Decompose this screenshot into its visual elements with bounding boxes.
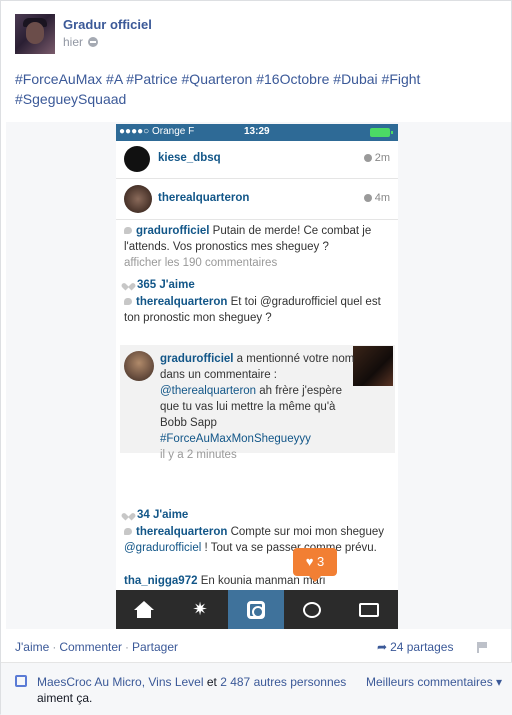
camera-icon	[247, 601, 265, 620]
ios-status-bar: ●●●●○ Orange F 13:29	[116, 124, 398, 141]
separator: ·	[125, 640, 129, 654]
likes-count: 365 J'aime	[124, 277, 390, 293]
home-icon	[134, 600, 154, 618]
age-value: 4m	[374, 192, 390, 204]
like-link[interactable]: J'aime	[15, 640, 49, 654]
notification-text: gradurofficiel a mentionné votre nom dan…	[160, 351, 356, 463]
post-timestamp[interactable]: hier	[63, 35, 99, 49]
comment-mention: Et toi @gradurofficiel	[227, 296, 338, 308]
camera-tab	[228, 590, 284, 629]
username: kiese_dbsq	[158, 152, 221, 164]
divider	[116, 219, 398, 220]
flag-icon[interactable]	[477, 642, 487, 653]
post-time[interactable]: hier	[63, 35, 83, 49]
see-all-comments: afficher les 190 commentaires	[124, 257, 278, 269]
share-arrow-icon: ➦	[377, 640, 388, 654]
likes-summary: MaesCroc Au Micro, Vins Level et 2 487 a…	[1, 663, 512, 715]
notification-row: kiese_dbsq 2m	[116, 144, 398, 174]
facebook-post: Gradur officiel hier #ForceAuMax #A #Pat…	[0, 0, 512, 715]
username: therealquarteron	[158, 192, 250, 204]
comment: tha_nigga972 En kounia manman mari	[124, 573, 390, 589]
author-avatar[interactable]	[15, 14, 55, 54]
photo-thumbnail	[353, 346, 393, 386]
comment: therealquarteron Compte sur moi mon sheg…	[124, 524, 390, 556]
clock-icon	[363, 194, 372, 202]
notifier-avatar	[124, 351, 154, 381]
likers-text: MaesCroc Au Micro, Vins Level et 2 487 a…	[37, 674, 357, 706]
best-comments-dropdown[interactable]: Meilleurs commentaires ▾	[366, 675, 502, 689]
shares-label[interactable]: 24 partages	[390, 640, 453, 654]
comment-mention: @gradurofficiel	[124, 542, 202, 554]
likers-others[interactable]: 2 487 autres personnes	[220, 675, 346, 689]
profile-tab	[340, 590, 398, 629]
status-time: 13:29	[244, 126, 270, 137]
likers-and: et	[203, 675, 221, 689]
comment-user: therealquarteron	[136, 526, 228, 538]
explore-tab: ✷	[172, 590, 228, 629]
comment-user: therealquarteron	[136, 296, 228, 308]
comment-text: Compte sur moi mon sheguey	[227, 526, 384, 538]
likes-count: 34 J'aime	[124, 507, 390, 523]
heart-icon	[124, 510, 133, 518]
activity-tab	[284, 590, 340, 629]
comment-text: En kounia manman mari	[197, 575, 326, 587]
clock-icon	[363, 154, 372, 162]
carrier: ●●●●○ Orange F	[119, 126, 195, 137]
heart-icon	[124, 280, 133, 288]
share-link[interactable]: Partager	[132, 640, 178, 654]
comment-link[interactable]: Commenter	[59, 640, 122, 654]
separator: ·	[52, 640, 57, 654]
globe-icon	[88, 37, 99, 47]
avatar	[124, 185, 152, 213]
likes-label: 34 J'aime	[137, 509, 189, 521]
battery-icon	[370, 128, 393, 137]
avatar	[124, 146, 150, 172]
notification-time: il y a 2 minutes	[160, 449, 237, 461]
shares-count[interactable]: ➦ 24 partages	[377, 640, 453, 654]
comment-icon	[124, 528, 132, 535]
home-tab	[116, 590, 172, 629]
post-actions: J'aime · Commenter · Partager	[15, 640, 178, 654]
activity-icon	[303, 602, 321, 619]
phone-screenshot: ●●●●○ Orange F 13:29 kiese_dbsq 2m there…	[116, 124, 398, 629]
mention-notification: gradurofficiel a mentionné votre nom dan…	[120, 345, 395, 461]
comment-user: gradurofficiel	[136, 225, 210, 237]
likes-label: 365 J'aime	[137, 279, 195, 291]
likers-names[interactable]: MaesCroc Au Micro, Vins Level	[37, 675, 204, 689]
age-value: 2m	[374, 152, 390, 164]
activity-badge: ♥ 3	[293, 548, 337, 582]
comment-user: tha_nigga972	[124, 575, 198, 587]
divider	[116, 178, 398, 179]
comment: therealquarteron Et toi @gradurofficiel …	[124, 294, 390, 326]
comment-icon	[124, 227, 132, 234]
instagram-tab-bar: ✷	[116, 590, 398, 629]
post-image[interactable]: ●●●●○ Orange F 13:29 kiese_dbsq 2m there…	[6, 122, 511, 629]
notifier-user: gradurofficiel	[160, 353, 234, 365]
age: 2m	[363, 152, 390, 164]
post-row: therealquarteron 4m	[116, 184, 398, 214]
notification-mention: @therealquarteron	[160, 385, 257, 397]
badge-count: 3	[317, 554, 325, 569]
post-text: #ForceAuMax #A #Patrice #Quarteron #16Oc…	[15, 71, 421, 107]
notification-hashtag: #ForceAuMaxMonShegueyyy	[160, 433, 311, 445]
comment: gradurofficiel Putain de merde! Ce comba…	[124, 223, 390, 271]
comment-text2: ! Tout va se passer comme prévu.	[201, 542, 377, 554]
comment-icon	[124, 298, 132, 305]
author-name[interactable]: Gradur officiel	[63, 17, 152, 32]
profile-icon	[359, 603, 379, 618]
thumbs-up-icon	[15, 675, 27, 687]
likers-tail: aiment ça.	[37, 691, 93, 705]
age: 4m	[363, 192, 390, 204]
explore-icon: ✷	[192, 599, 208, 619]
